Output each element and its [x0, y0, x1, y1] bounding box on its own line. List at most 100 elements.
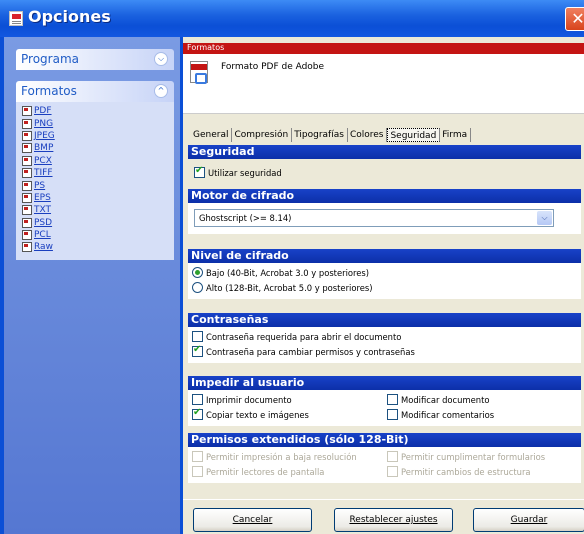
format-item-bmp[interactable]: BMP: [22, 142, 174, 154]
tab-seguridad[interactable]: Seguridad: [387, 128, 441, 142]
format-item-label[interactable]: TXT: [34, 205, 51, 215]
screen-readers-label: Permitir lectores de pantalla: [206, 466, 325, 477]
checkbox-disabled-icon[interactable]: [387, 451, 398, 462]
format-item-txt[interactable]: TXT: [22, 204, 174, 216]
encryption-engine-header: Motor de cifrado: [188, 189, 581, 203]
checkbox-checked-icon[interactable]: [194, 165, 205, 178]
modify-checkbox[interactable]: Modificar documento: [387, 394, 490, 405]
modify-label: Modificar documento: [401, 394, 490, 405]
checkbox-disabled-icon[interactable]: [192, 451, 203, 462]
radio-selected-icon[interactable]: [192, 267, 203, 278]
title-bar[interactable]: Opciones ✕: [0, 0, 584, 37]
print-checkbox[interactable]: Imprimir documento: [192, 394, 292, 405]
reset-button-label: Restablecer ajustes: [349, 515, 438, 525]
passwords-header: Contraseñas: [188, 313, 581, 327]
format-item-jpeg[interactable]: JPEG: [22, 130, 174, 142]
right-pane: Formatos Formato PDF de Adobe General Com…: [180, 37, 584, 534]
radio-high[interactable]: Alto (128-Bit, Acrobat 5.0 y posteriores…: [192, 282, 373, 293]
chevron-up-icon[interactable]: ^: [154, 84, 168, 98]
copy-label: Copiar texto e imágenes: [206, 409, 309, 420]
tab-general[interactable]: General: [191, 128, 233, 142]
programa-header[interactable]: Programa ⌵: [16, 49, 174, 70]
security-panel: Seguridad Utilizar seguridad Motor de ci…: [188, 143, 581, 483]
file-format-icon: [22, 242, 32, 253]
format-item-label[interactable]: EPS: [34, 193, 51, 203]
checkbox-unchecked-icon[interactable]: [192, 331, 203, 342]
format-item-label[interactable]: BMP: [34, 143, 53, 153]
formatos-header[interactable]: Formatos ^: [16, 81, 174, 102]
format-item-pcx[interactable]: PCX: [22, 155, 174, 167]
tab-tipografías[interactable]: Tipografías: [292, 128, 348, 142]
window-title: Opciones: [28, 7, 111, 26]
use-security-checkbox[interactable]: Utilizar seguridad: [194, 165, 282, 178]
copy-checkbox[interactable]: Copiar texto e imágenes: [192, 407, 309, 420]
low-res-print-label: Permitir impresión a baja resolución: [206, 451, 357, 462]
tab-compresión[interactable]: Compresión: [232, 128, 293, 142]
extended-body: Permitir impresión a baja resolución Per…: [188, 447, 581, 483]
format-item-psd[interactable]: PSD: [22, 217, 174, 229]
cancel-button[interactable]: Cancelar: [193, 508, 312, 532]
file-format-icon: [22, 192, 32, 203]
file-format-icon: [22, 118, 32, 129]
checkbox-unchecked-icon[interactable]: [192, 394, 203, 405]
file-format-icon: [22, 143, 32, 154]
save-button[interactable]: Guardar: [473, 508, 584, 532]
button-bar: Cancelar Restablecer ajustes Guardar: [183, 499, 584, 534]
checkbox-disabled-icon[interactable]: [387, 466, 398, 477]
format-list: PDF PNG JPEG BMP PCX TIFF PS EPS TXT PSD PCL Raw: [16, 102, 174, 260]
app-icon: [9, 11, 23, 26]
structure-checkbox[interactable]: Permitir cambios de estructura: [387, 466, 531, 477]
checkbox-unchecked-icon[interactable]: [387, 394, 398, 405]
checkbox-checked-icon[interactable]: [192, 344, 203, 357]
format-item-tiff[interactable]: TIFF: [22, 167, 174, 179]
structure-label: Permitir cambios de estructura: [401, 466, 531, 477]
restrictions-body: Imprimir documento Copiar texto e imágen…: [188, 390, 581, 426]
file-format-icon: [22, 217, 32, 228]
radio-unselected-icon[interactable]: [192, 282, 203, 293]
comments-checkbox[interactable]: Modificar comentarios: [387, 409, 494, 420]
reset-button[interactable]: Restablecer ajustes: [334, 508, 453, 532]
radio-low[interactable]: Bajo (40-Bit, Acrobat 3.0 y posteriores): [192, 267, 369, 278]
close-button[interactable]: ✕: [565, 7, 584, 31]
format-item-label[interactable]: PCL: [34, 230, 51, 240]
file-format-icon: [22, 205, 32, 216]
fill-forms-checkbox[interactable]: Permitir cumplimentar formularios: [387, 451, 545, 462]
left-pane: Programa ⌵ Formatos ^ PDF PNG JPEG BMP PCX TI…: [0, 37, 180, 534]
chevron-down-icon[interactable]: ⌵: [154, 52, 168, 66]
checkbox-disabled-icon[interactable]: [192, 466, 203, 477]
format-item-label[interactable]: JPEG: [34, 131, 55, 141]
format-item-ps[interactable]: PS: [22, 179, 174, 191]
chevron-down-icon[interactable]: ⌵: [537, 211, 552, 225]
file-format-icon: [22, 106, 32, 117]
screen-readers-checkbox[interactable]: Permitir lectores de pantalla: [192, 466, 324, 477]
file-format-icon: [22, 130, 32, 141]
file-format-icon: [22, 180, 32, 191]
permissions-password-checkbox[interactable]: Contraseña para cambiar permisos y contr…: [192, 344, 415, 357]
format-item-label[interactable]: PNG: [34, 119, 53, 129]
format-description: Formato PDF de Adobe: [221, 62, 325, 72]
tab-firma[interactable]: Firma: [440, 128, 472, 142]
tab-colores[interactable]: Colores: [348, 128, 388, 142]
format-item-label[interactable]: PCX: [34, 156, 52, 166]
format-item-label[interactable]: Raw: [34, 242, 53, 252]
format-item-pcl[interactable]: PCL: [22, 229, 174, 241]
format-item-label[interactable]: PDF: [34, 106, 52, 116]
format-item-label[interactable]: PSD: [34, 218, 52, 228]
format-item-pdf[interactable]: PDF: [22, 105, 174, 117]
format-item-label[interactable]: PS: [34, 181, 45, 191]
low-res-print-checkbox[interactable]: Permitir impresión a baja resolución: [192, 451, 357, 462]
format-item-raw[interactable]: Raw: [22, 241, 174, 253]
format-item-eps[interactable]: EPS: [22, 192, 174, 204]
open-password-checkbox[interactable]: Contraseña requerida para abrir el docum…: [192, 331, 401, 342]
restrictions-header: Impedir al usuario: [188, 376, 581, 390]
programa-group: Programa ⌵: [16, 49, 174, 70]
encryption-engine-select[interactable]: Ghostscript (>= 8.14) ⌵: [194, 209, 554, 227]
checkbox-unchecked-icon[interactable]: [387, 409, 398, 420]
fill-forms-label: Permitir cumplimentar formularios: [401, 451, 546, 462]
radio-high-label: Alto (128-Bit, Acrobat 5.0 y posteriores…: [206, 282, 373, 293]
file-format-icon: [22, 168, 32, 179]
checkbox-checked-icon[interactable]: [192, 407, 203, 420]
format-item-png[interactable]: PNG: [22, 117, 174, 129]
extended-header: Permisos extendidos (sólo 128-Bit): [188, 433, 581, 447]
format-item-label[interactable]: TIFF: [34, 168, 53, 178]
